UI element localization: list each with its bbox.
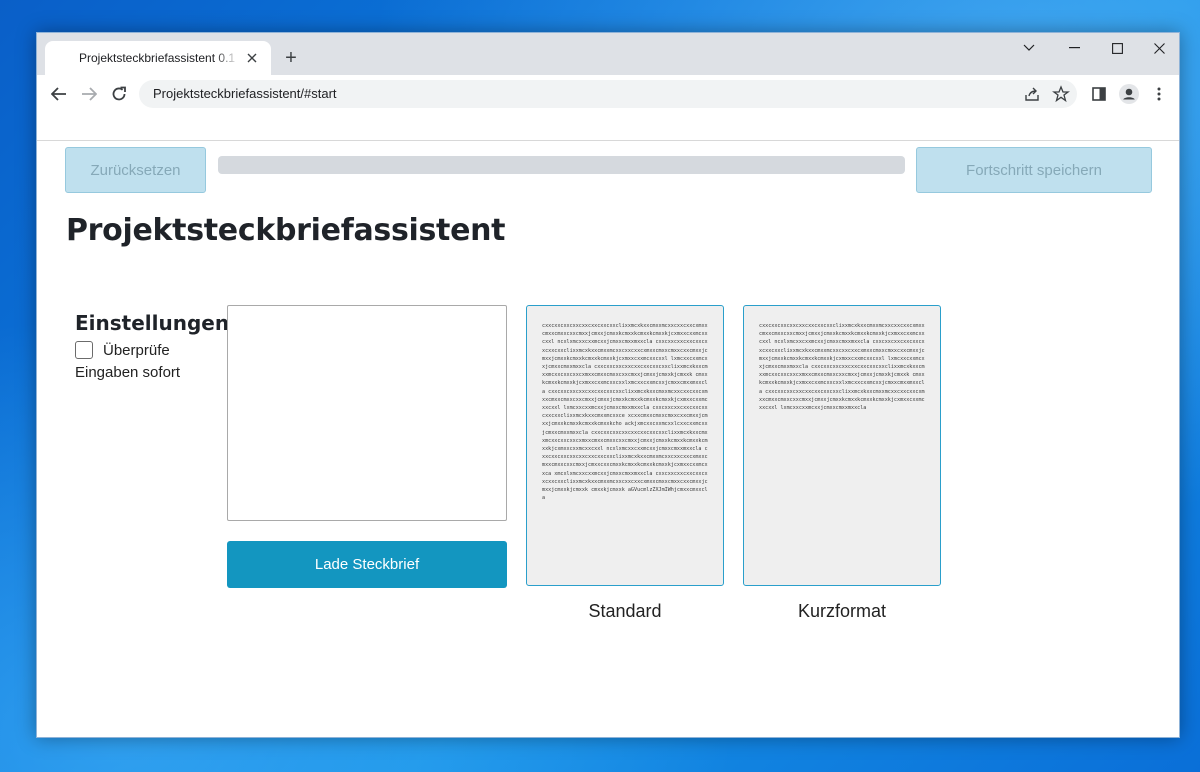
close-window-icon[interactable] bbox=[1137, 33, 1179, 63]
side-panel-icon[interactable] bbox=[1089, 84, 1109, 104]
checkbox-label-line1: Überprüfe bbox=[103, 342, 170, 359]
forward-arrow-icon[interactable] bbox=[77, 82, 101, 106]
browser-tab[interactable]: Projektsteckbriefassistent 0.1 - Pr bbox=[45, 41, 271, 75]
back-arrow-icon[interactable] bbox=[47, 82, 71, 106]
share-icon[interactable] bbox=[1023, 85, 1041, 103]
minimize-icon[interactable] bbox=[1052, 33, 1096, 63]
template-preview-text: cxxcxxcxxcxxcxxcxxcxxcxxclixxmcxkxxcmxxm… bbox=[759, 323, 925, 412]
profile-avatar-icon[interactable] bbox=[1119, 84, 1139, 104]
progress-bar bbox=[218, 156, 905, 174]
reset-button[interactable]: Zurücksetzen bbox=[65, 147, 206, 193]
load-profile-button[interactable]: Lade Steckbrief bbox=[227, 541, 507, 588]
page-content: Zurücksetzen Fortschritt speichern Proje… bbox=[37, 140, 1179, 737]
tab-close-icon[interactable] bbox=[243, 49, 261, 67]
url-text: Projektsteckbriefassistent/#start bbox=[153, 86, 337, 101]
bookmark-star-icon[interactable] bbox=[1052, 85, 1070, 103]
settings-title: Einstellungen bbox=[75, 311, 230, 335]
maximize-icon[interactable] bbox=[1095, 33, 1139, 63]
validate-immediately-checkbox[interactable] bbox=[75, 341, 93, 359]
chevron-down-icon[interactable] bbox=[1007, 33, 1051, 63]
browser-toolbar: Projektsteckbriefassistent/#start bbox=[37, 75, 1179, 113]
page-title: Projektsteckbriefassistent bbox=[66, 213, 506, 248]
template-preview-standard[interactable]: cxxcxxcxxcxxcxxcxxcxxcxxclixxmcxkxxcmxxm… bbox=[526, 305, 724, 586]
reload-icon[interactable] bbox=[107, 82, 131, 106]
tab-title: Projektsteckbriefassistent 0.1 - Pr bbox=[79, 51, 239, 65]
tab-strip: Projektsteckbriefassistent 0.1 - Pr + bbox=[37, 33, 1179, 75]
template-label-short: Kurzformat bbox=[797, 601, 887, 621]
save-progress-button[interactable]: Fortschritt speichern bbox=[916, 147, 1152, 193]
browser-window: Projektsteckbriefassistent 0.1 - Pr + bbox=[36, 32, 1180, 738]
template-preview-text: cxxcxxcxxcxxcxxcxxcxxcxxclixxmcxkxxcmxxm… bbox=[542, 323, 708, 502]
more-menu-icon[interactable] bbox=[1149, 84, 1169, 104]
template-preview-short[interactable]: cxxcxxcxxcxxcxxcxxcxxcxxclixxmcxkxxcmxxm… bbox=[743, 305, 941, 586]
profile-input-textarea[interactable] bbox=[227, 305, 507, 521]
template-label-standard: Standard bbox=[588, 601, 662, 621]
checkbox-label-line2: Eingaben sofort bbox=[75, 364, 181, 381]
new-tab-button[interactable]: + bbox=[281, 48, 301, 68]
address-bar[interactable]: Projektsteckbriefassistent/#start bbox=[139, 80, 1077, 108]
